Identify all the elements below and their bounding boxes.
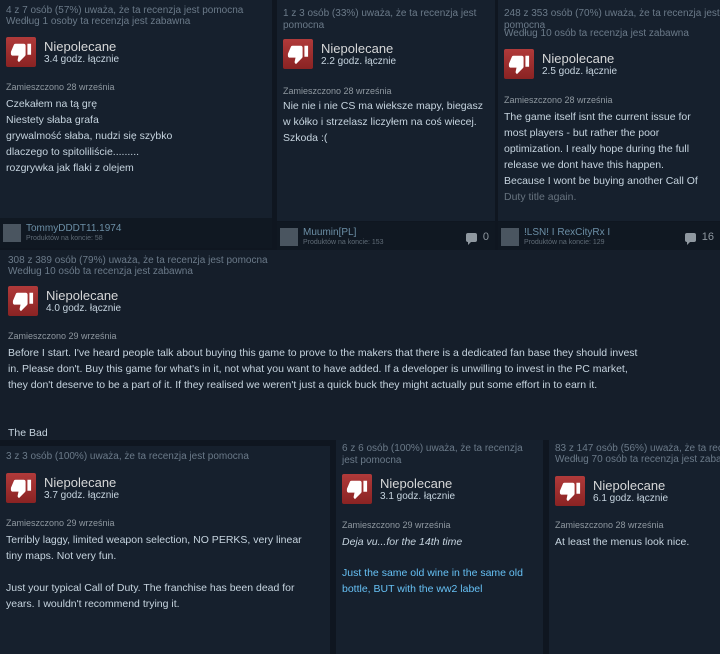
helpful-count: 6 z 6 osób (100%) uważa, że ta recenzja … [342, 443, 523, 466]
author-name[interactable]: Muumin[PL] [303, 227, 384, 238]
review-highlight-text: Just the same old wine in the same old bo… [342, 567, 523, 595]
verdict-label: Niepolecane [321, 40, 394, 56]
author-bar[interactable]: !LSN! I RexCityRx I Produktów na koncie: … [498, 222, 720, 252]
avatar[interactable] [280, 228, 298, 246]
verdict-label: Niepolecane [46, 287, 119, 303]
verdict-row: Niepolecane 4.0 godz. łącznie [8, 286, 121, 316]
verdict-row: Niepolecane 3.7 godz. łącznie [6, 473, 119, 503]
review-card-2: 1 z 3 osób (33%) uważa, że ta recenzja j… [277, 0, 495, 221]
author-bar[interactable]: Muumin[PL] Produktów na koncie: 153 0 [277, 222, 495, 252]
review-text: Before I start. I've heard people talk a… [8, 347, 638, 391]
review-card-6: 6 z 6 osób (100%) uważa, że ta recenzja … [336, 440, 543, 654]
thumbs-down-icon [6, 37, 36, 67]
posted-date: Zamieszczono 29 września [342, 520, 451, 530]
review-italic-text: Deja vu...for the 14th time [342, 536, 463, 548]
playtime: 3.4 godz. łącznie [44, 53, 120, 65]
author-name[interactable]: TommyDDDT11.1974 [26, 223, 121, 234]
thumbs-down-icon [342, 474, 372, 504]
thumbs-down-icon [283, 39, 313, 69]
posted-date: Zamieszczono 28 września [6, 82, 115, 92]
review-card-4: 308 z 389 osób (79%) uważa, że ta recenz… [0, 250, 720, 440]
thumbs-down-icon [555, 476, 585, 506]
review-card-3: 248 z 353 osób (70%) uważa, że ta recenz… [498, 0, 720, 221]
review-card-1: 4 z 7 osób (57%) uważa, że ta recenzja j… [0, 0, 272, 218]
playtime: 4.0 godz. łącznie [46, 302, 122, 314]
verdict-label: Niepolecane [380, 475, 453, 491]
review-text: Czekałem na tą grę Niestety słaba grafa gr… [6, 98, 173, 174]
section-heading: The Bad [8, 427, 48, 439]
verdict-row: Niepolecane 2.5 godz. łącznie [504, 49, 617, 79]
playtime: 2.2 godz. łącznie [321, 55, 397, 67]
comment-count[interactable]: 0 [465, 231, 489, 245]
verdict-row: Niepolecane 2.2 godz. łącznie [283, 39, 396, 69]
posted-date: Zamieszczono 29 września [6, 518, 115, 528]
review-text: Nie nie i nie CS ma wieksze mapy, biegas… [283, 100, 483, 144]
verdict-row: Niepolecane 6.1 godz. łącznie [555, 476, 668, 506]
review-card-5: 3 z 3 osób (100%) uważa, że ta recenzja … [0, 446, 330, 654]
thumbs-down-icon [8, 286, 38, 316]
funny-count: Według 70 osób ta recenzja jest zabawna [555, 454, 720, 465]
product-count: Produktów na koncie: 58 [26, 235, 103, 242]
helpful-count: 1 z 3 osób (33%) uważa, że ta recenzja j… [283, 8, 477, 31]
helpful-count: 3 z 3 osób (100%) uważa, że ta recenzja … [6, 451, 249, 462]
comment-count[interactable]: 16 [684, 231, 714, 245]
review-card-7: 83 z 147 osób (56%) uważa, że ta recenzj… [549, 440, 720, 654]
product-count: Produktów na koncie: 153 [303, 239, 384, 246]
review-text: Terribly laggy, limited weapon selection… [6, 534, 302, 610]
thumbs-down-icon [6, 473, 36, 503]
verdict-row: Niepolecane 3.1 godz. łącznie [342, 474, 455, 504]
author-bar[interactable]: TommyDDDT11.1974 Produktów na koncie: 58 [0, 218, 272, 248]
thumbs-down-icon [504, 49, 534, 79]
verdict-row: Niepolecane 3.4 godz. łącznie [6, 37, 119, 67]
comment-icon [684, 232, 696, 245]
avatar[interactable] [501, 228, 519, 246]
author-name[interactable]: !LSN! I RexCityRx I [524, 227, 610, 238]
review-text: At least the menus look nice. [555, 536, 690, 548]
verdict-label: Niepolecane [44, 38, 117, 54]
playtime: 2.5 godz. łącznie [542, 65, 618, 77]
playtime: 3.1 godz. łącznie [380, 490, 456, 502]
comment-icon [465, 232, 477, 245]
verdict-label: Niepolecane [593, 477, 666, 493]
funny-count: Według 10 osób ta recenzja jest zabawna [8, 266, 193, 277]
avatar[interactable] [3, 224, 21, 242]
playtime: 3.7 godz. łącznie [44, 489, 120, 501]
posted-date: Zamieszczono 29 września [8, 331, 117, 341]
playtime: 6.1 godz. łącznie [593, 492, 669, 504]
funny-count: Według 10 osób ta recenzja jest zabawna [504, 28, 689, 39]
posted-date: Zamieszczono 28 września [555, 520, 664, 530]
verdict-label: Niepolecane [542, 50, 615, 66]
funny-count: Według 1 osoby ta recenzja jest zabawna [6, 16, 191, 27]
posted-date: Zamieszczono 28 września [504, 95, 613, 105]
posted-date: Zamieszczono 28 września [283, 86, 392, 96]
review-text: The game itself isnt the current issue f… [504, 111, 698, 203]
product-count: Produktów na koncie: 129 [524, 239, 605, 246]
verdict-label: Niepolecane [44, 474, 117, 490]
